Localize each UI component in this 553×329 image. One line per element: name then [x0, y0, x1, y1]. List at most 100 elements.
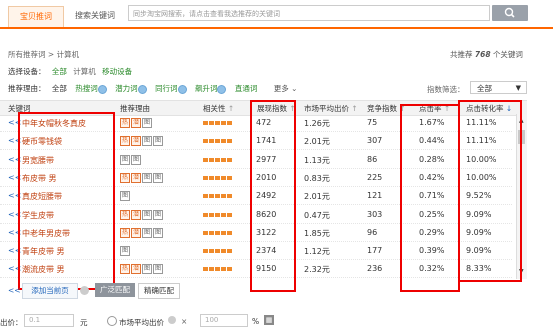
reason-peer[interactable]: 同行词 [155, 84, 178, 93]
image-tag-icon: 图 [120, 246, 130, 257]
chevron-down-icon[interactable]: ⌄ [289, 84, 297, 93]
image-tag-icon: 图 [153, 227, 163, 238]
exact-match-button[interactable]: 精确匹配 [138, 283, 180, 299]
avg-price-value: 2.01元 [304, 137, 330, 147]
image-tag-icon: 图 [142, 227, 152, 238]
device-all[interactable]: 全部 [52, 67, 67, 76]
search-input[interactable]: 同步淘宝网搜索，请点击查看我选推荐的关键词 [128, 5, 490, 21]
search-icon [504, 7, 515, 18]
col-avg-price[interactable]: 市场平均出价 ↑ [304, 103, 358, 114]
search-button[interactable] [492, 5, 528, 21]
potential-radio-icon[interactable] [137, 84, 147, 94]
breadcrumb-category: 计算机 [56, 50, 80, 59]
highlight-cvr-column [458, 100, 522, 282]
col-avg-price-label: 市场平均出价 [304, 104, 349, 113]
add-current-page-button[interactable]: 添加当前页 [22, 283, 78, 299]
reason-tags: 图 [120, 191, 131, 202]
potential-tag-icon: 潜 [131, 227, 141, 238]
image-tag-icon: 图 [120, 191, 130, 202]
col-reason: 推荐理由 [120, 104, 150, 113]
relevance-bar [203, 139, 233, 144]
avg-price-value: 2.01元 [304, 192, 330, 202]
reason-tags: 热潜图图 [120, 264, 164, 275]
index-filter-select[interactable]: 全部 ▼ [470, 81, 527, 94]
peer-radio-icon[interactable] [177, 84, 187, 94]
competition-value: 307 [367, 136, 383, 146]
hot-tag-icon: 热 [120, 172, 130, 183]
help-icon[interactable] [168, 316, 176, 324]
device-label: 选择设备： [8, 67, 46, 76]
reason-direct[interactable]: 直通词 [235, 84, 258, 93]
reason-all[interactable]: 全部 [52, 84, 67, 93]
device-mobile[interactable]: 移动设备 [102, 67, 132, 76]
broad-match-button[interactable]: 广泛匹配 [95, 283, 135, 297]
image-tag-icon: 图 [153, 264, 163, 275]
col-relevance-label: 相关性 [203, 104, 226, 113]
relevance-bar [203, 121, 233, 125]
reason-rising[interactable]: 飙升词 [195, 84, 218, 93]
relevance-bar [203, 212, 233, 217]
percent-input[interactable]: 100 [200, 314, 248, 327]
reason-tags: 热潜图图 [120, 172, 164, 183]
reason-tags: 热潜图图 [120, 209, 164, 220]
avg-price-value: 1.85元 [304, 228, 330, 238]
hot-radio-icon[interactable] [97, 84, 107, 94]
potential-tag-icon: 潜 [131, 118, 141, 128]
market-price-radio[interactable] [107, 316, 117, 326]
avg-price-value: 1.12元 [304, 247, 330, 257]
competition-value: 225 [367, 172, 383, 182]
help-icon[interactable] [80, 286, 89, 295]
col-relevance[interactable]: 相关性 ↑ [203, 103, 234, 114]
bid-unit: 元 [80, 318, 88, 327]
more-button[interactable]: 更多 [274, 84, 289, 93]
calculator-icon[interactable]: ▦ [264, 315, 274, 325]
breadcrumb-all[interactable]: 所有推荐词 [8, 50, 46, 59]
hot-tag-icon: 热 [120, 264, 130, 275]
index-filter-value: 全部 [477, 84, 492, 93]
hot-tag-icon: 热 [120, 209, 130, 220]
relevance-bar [203, 194, 233, 199]
reason-tags: 热潜图图 [120, 227, 164, 238]
potential-tag-icon: 潜 [131, 172, 141, 183]
index-filter-label: 指数筛选： [427, 85, 465, 94]
image-tag-icon: 图 [142, 136, 152, 147]
image-tag-icon: 图 [153, 172, 163, 183]
competition-value: 236 [367, 264, 383, 274]
total-suffix: 个关键词 [492, 50, 523, 59]
image-tag-icon: 图 [142, 172, 152, 183]
breadcrumb: 所有推荐词 > 计算机 [8, 49, 79, 60]
image-tag-icon: 图 [153, 209, 163, 220]
potential-tag-icon: 潜 [131, 264, 141, 275]
hot-tag-icon: 热 [120, 227, 130, 238]
device-computer[interactable]: 计算机 [73, 67, 96, 76]
reason-potential[interactable]: 潜力词 [115, 84, 138, 93]
bid-input[interactable]: 0.1 [24, 314, 74, 327]
total-number: 768 [474, 50, 491, 59]
relevance-bar [203, 175, 233, 180]
tab-item-recommend[interactable]: 宝贝推词 [8, 6, 64, 27]
competition-value: 303 [367, 209, 383, 219]
image-tag-icon: 图 [153, 136, 163, 147]
market-price-label: 市场平均出价 [119, 318, 164, 327]
avg-price-value: 0.83元 [304, 173, 330, 183]
tab-search-keyword[interactable]: 搜索关键词 [66, 6, 124, 26]
highlight-ctr-column [400, 104, 460, 292]
reason-hot[interactable]: 热搜词 [75, 84, 98, 93]
avg-price-value: 1.26元 [304, 119, 330, 128]
bid-label: 出价： [0, 318, 23, 327]
sort-up-icon: ↑ [349, 104, 358, 113]
competition-value: 96 [367, 227, 378, 237]
image-tag-icon: 图 [120, 154, 130, 165]
relevance-bar [203, 230, 233, 235]
image-tag-icon: 图 [142, 264, 152, 275]
caret-down-icon: ▼ [515, 84, 521, 92]
percent-unit: % [252, 317, 260, 326]
multiply-sign: × [181, 317, 188, 326]
reason-label: 推荐理由： [8, 84, 46, 93]
device-filter: 选择设备： 全部 计算机 移动设备 [8, 66, 132, 77]
avg-price-value: 0.47元 [304, 210, 330, 220]
hot-tag-icon: 热 [120, 118, 130, 128]
competition-value: 177 [367, 246, 383, 256]
competition-value: 75 [367, 118, 378, 127]
rising-radio-icon[interactable] [217, 84, 227, 94]
